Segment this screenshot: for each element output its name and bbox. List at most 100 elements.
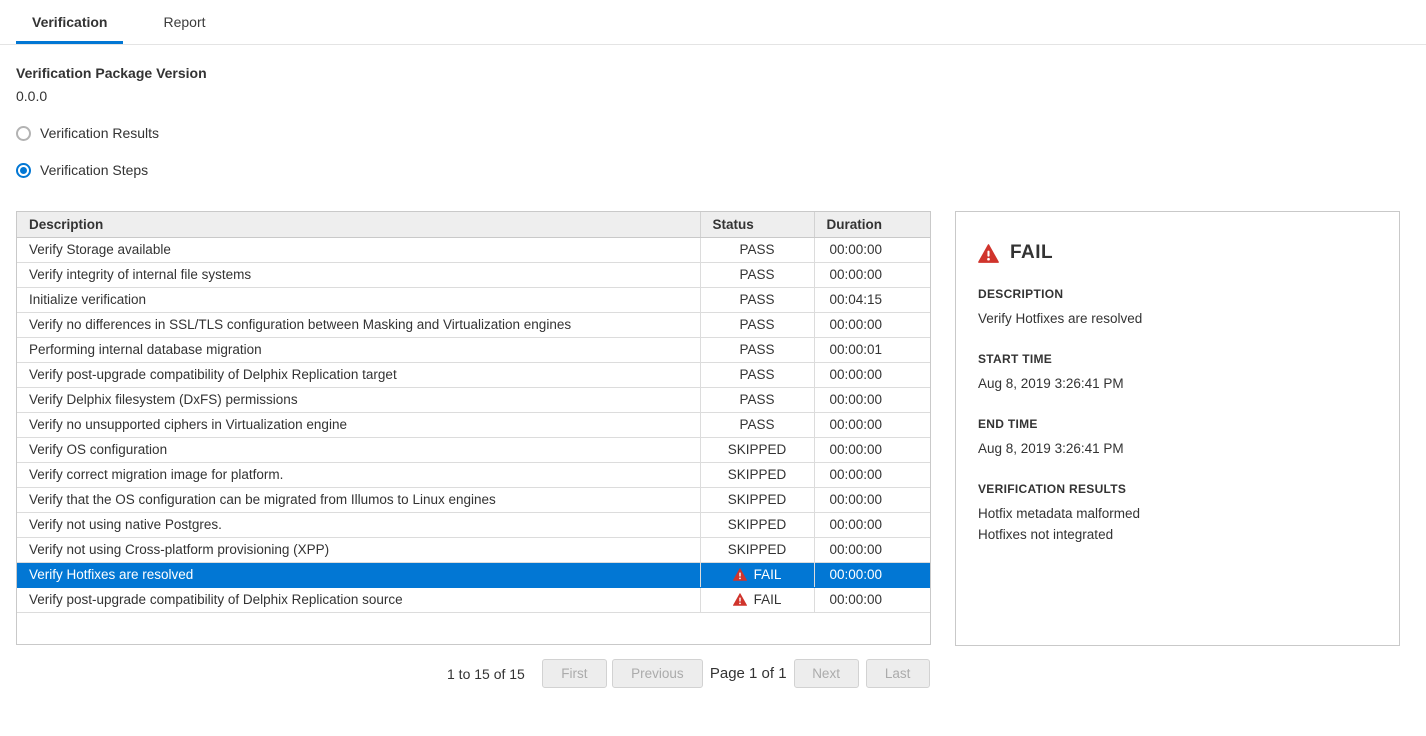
table-row[interactable]: Verify OS configurationSKIPPED00:00:00 (17, 437, 930, 462)
step-status-cell[interactable]: PASS (700, 237, 814, 262)
step-duration-cell[interactable]: 00:04:15 (814, 287, 930, 312)
radio-label: Verification Results (40, 125, 159, 141)
table-row[interactable]: Performing internal database migration PA… (17, 337, 930, 362)
step-duration-cell[interactable]: 00:00:00 (814, 387, 930, 412)
table-row[interactable]: Initialize verificationPASS00:04:15 (17, 287, 930, 312)
step-description-cell[interactable]: Verify no differences in SSL/TLS configu… (17, 312, 700, 337)
table-row[interactable]: Verify that the OS configuration can be … (17, 487, 930, 512)
radio-unchecked-icon[interactable] (16, 126, 31, 141)
fail-warning-icon (733, 593, 747, 606)
step-status-cell[interactable]: PASS (700, 362, 814, 387)
last-page-button[interactable]: Last (866, 659, 930, 688)
step-duration-cell[interactable]: 00:00:00 (814, 587, 930, 612)
column-header-status[interactable]: Status (700, 212, 814, 237)
start-time-value: Aug 8, 2019 3:26:41 PM (978, 373, 1377, 394)
next-page-button[interactable]: Next (794, 659, 859, 688)
column-header-description[interactable]: Description (17, 212, 700, 237)
status-text: SKIPPED (728, 467, 787, 482)
step-status-cell[interactable]: SKIPPED (700, 437, 814, 462)
detail-status-heading: FAIL (978, 242, 1377, 264)
table-row[interactable]: Verify no unsupported ciphers in Virtual… (17, 412, 930, 437)
step-duration-cell[interactable]: 00:00:00 (814, 262, 930, 287)
step-status-cell[interactable]: PASS (700, 387, 814, 412)
step-duration-cell[interactable]: 00:00:00 (814, 237, 930, 262)
fail-warning-icon (978, 244, 999, 263)
step-description-cell[interactable]: Verify not using Cross-platform provisio… (17, 537, 700, 562)
table-header-row: Description Status Duration (17, 212, 930, 237)
previous-page-button[interactable]: Previous (612, 659, 703, 688)
verification-results-label: VERIFICATION RESULTS (978, 482, 1377, 496)
status-text: SKIPPED (728, 492, 787, 507)
step-duration-cell[interactable]: 00:00:00 (814, 312, 930, 337)
step-description-cell[interactable]: Verify Hotfixes are resolved (17, 562, 700, 587)
table-row[interactable]: Verify Delphix filesystem (DxFS) permiss… (17, 387, 930, 412)
step-description-cell[interactable]: Verify integrity of internal file system… (17, 262, 700, 287)
column-header-duration[interactable]: Duration (814, 212, 930, 237)
end-time-value: Aug 8, 2019 3:26:41 PM (978, 438, 1377, 459)
step-duration-cell[interactable]: 00:00:00 (814, 487, 930, 512)
status-text: PASS (739, 267, 774, 282)
step-status-cell[interactable]: FAIL (700, 587, 814, 612)
fail-warning-icon (733, 568, 747, 581)
table-row[interactable]: Verify Storage available PASS 00:00:00 (17, 237, 930, 262)
step-description-cell[interactable]: Verify post-upgrade compatibility of Del… (17, 587, 700, 612)
step-duration-cell[interactable]: 00:00:00 (814, 512, 930, 537)
table-row[interactable]: Verify post-upgrade compatibility of Del… (17, 587, 930, 612)
step-status-cell[interactable]: FAIL (700, 562, 814, 587)
step-description-cell[interactable]: Performing internal database migration (17, 337, 700, 362)
step-status-cell[interactable]: SKIPPED (700, 462, 814, 487)
status-text: PASS (739, 392, 774, 407)
status-text: PASS (739, 242, 774, 257)
step-status-cell[interactable]: SKIPPED (700, 537, 814, 562)
step-description-cell[interactable]: Verify correct migration image for platf… (17, 462, 700, 487)
tab-report[interactable]: Report (147, 0, 221, 44)
status-text: PASS (739, 342, 774, 357)
step-status-cell[interactable]: PASS (700, 262, 814, 287)
step-status-cell[interactable]: SKIPPED (700, 512, 814, 537)
step-status-cell[interactable]: SKIPPED (700, 487, 814, 512)
first-page-button[interactable]: First (542, 659, 607, 688)
step-description-cell[interactable]: Verify post-upgrade compatibility of Del… (17, 362, 700, 387)
page-indicator-text: Page 1 of 1 (710, 665, 787, 682)
step-description-cell[interactable]: Verify not using native Postgres. (17, 512, 700, 537)
table-row[interactable]: Verify not using Cross-platform provisio… (17, 537, 930, 562)
status-text: SKIPPED (728, 517, 787, 532)
verification-result-line: Hotfix metadata malformed (978, 503, 1377, 524)
tab-bar: Verification Report (0, 0, 1426, 45)
end-time-label: END TIME (978, 417, 1377, 431)
table-row[interactable]: Verify correct migration image for platf… (17, 462, 930, 487)
step-duration-cell[interactable]: 00:00:01 (814, 337, 930, 362)
step-duration-cell[interactable]: 00:00:00 (814, 462, 930, 487)
step-duration-cell[interactable]: 00:00:00 (814, 437, 930, 462)
step-description-cell[interactable]: Verify Storage available (17, 237, 700, 262)
package-version-label: Verification Package Version (16, 65, 1410, 81)
step-duration-cell[interactable]: 00:00:00 (814, 362, 930, 387)
tab-verification[interactable]: Verification (16, 0, 123, 44)
step-description-cell[interactable]: Verify OS configuration (17, 437, 700, 462)
step-duration-cell[interactable]: 00:00:00 (814, 537, 930, 562)
table-row[interactable]: Verify not using native Postgres. SKIPPED… (17, 512, 930, 537)
radio-verification-steps[interactable]: Verification Steps (16, 162, 1410, 178)
status-text: FAIL (754, 592, 782, 607)
step-description-cell[interactable]: Verify no unsupported ciphers in Virtual… (17, 412, 700, 437)
verification-results-list: Hotfix metadata malformedHotfixes not in… (978, 503, 1377, 545)
step-description-cell[interactable]: Initialize verification (17, 287, 700, 312)
table-row[interactable]: Verify Hotfixes are resolved FAIL00:00:0… (17, 562, 930, 587)
step-status-cell[interactable]: PASS (700, 412, 814, 437)
radio-verification-results[interactable]: Verification Results (16, 125, 1410, 141)
step-status-cell[interactable]: PASS (700, 312, 814, 337)
step-duration-cell[interactable]: 00:00:00 (814, 562, 930, 587)
table-row[interactable]: Verify no differences in SSL/TLS configu… (17, 312, 930, 337)
step-description-cell[interactable]: Verify Delphix filesystem (DxFS) permiss… (17, 387, 700, 412)
status-text: PASS (739, 367, 774, 382)
pagination-range-text: 1 to 15 of 15 (447, 666, 525, 682)
table-row[interactable]: Verify integrity of internal file system… (17, 262, 930, 287)
radio-checked-icon[interactable] (16, 163, 31, 178)
step-status-cell[interactable]: PASS (700, 287, 814, 312)
verification-result-line: Hotfixes not integrated (978, 524, 1377, 545)
step-status-cell[interactable]: PASS (700, 337, 814, 362)
step-duration-cell[interactable]: 00:00:00 (814, 412, 930, 437)
step-description-cell[interactable]: Verify that the OS configuration can be … (17, 487, 700, 512)
table-row[interactable]: Verify post-upgrade compatibility of Del… (17, 362, 930, 387)
radio-label: Verification Steps (40, 162, 148, 178)
